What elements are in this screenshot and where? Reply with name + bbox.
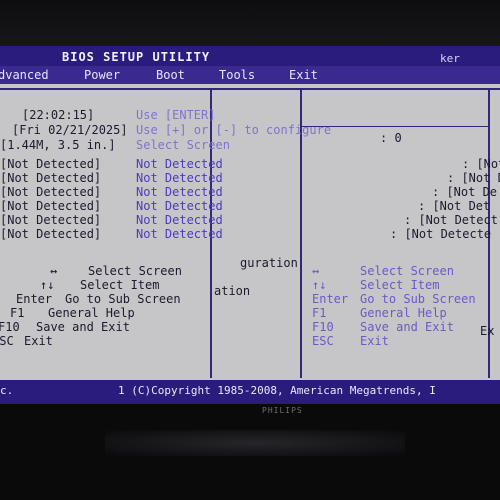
tab-tools[interactable]: Tools	[219, 68, 255, 82]
help-key: F1	[312, 306, 327, 320]
tab-power[interactable]: Power	[84, 68, 120, 82]
tab-boot[interactable]: Boot	[156, 68, 185, 82]
help-key: ↔	[312, 264, 320, 278]
help-desc: Select Screen	[88, 264, 182, 278]
drive-status-right: : [Not D	[447, 171, 500, 185]
help-key: ↑↓	[40, 278, 55, 292]
help-key: ↔	[50, 264, 58, 278]
configuration-fragment[interactable]: guration	[240, 256, 298, 270]
right-help-fragment: Ex	[480, 324, 495, 338]
drive-status-right: : [Not	[462, 157, 500, 171]
help-desc: Select Item	[360, 278, 440, 292]
panel-top-border	[0, 88, 500, 90]
copyright-text: 1 (C)Copyright 1985-2008, American Megat…	[118, 384, 436, 397]
drive-status-mirror: Not Detected	[136, 199, 223, 213]
tab-advanced[interactable]: dvanced	[0, 68, 49, 82]
blurred-help-line: Use [+] or [-] to configure	[136, 123, 332, 137]
drive-status-right: : [Not Det	[418, 199, 491, 213]
help-desc: Save and Exit	[36, 320, 130, 334]
title-right-fragment: ker	[440, 52, 460, 65]
help-key: F10	[312, 320, 334, 334]
drive-status-mirror: Not Detected	[136, 213, 223, 227]
help-desc: Select Screen	[360, 264, 454, 278]
title-bar: BIOS SETUP UTILITY ker	[0, 46, 500, 66]
help-key: ESC	[312, 334, 334, 348]
drive-status[interactable]: [Not Detected]	[0, 199, 101, 213]
monitor-brand-logo: PHILIPS	[262, 406, 303, 415]
right-value-fragment: : 0	[380, 131, 402, 145]
footer-left-fragment: c.	[0, 384, 14, 397]
drive-status[interactable]: [Not Detected]	[0, 185, 101, 199]
help-key: F1	[10, 306, 25, 320]
drive-status[interactable]: [Not Detected]	[0, 227, 101, 241]
desk-glare	[105, 430, 405, 456]
information-fragment[interactable]: ation	[214, 284, 250, 298]
drive-status-mirror: Not Detected	[136, 227, 223, 241]
drive-status[interactable]: [Not Detected]	[0, 157, 101, 171]
drive-status-mirror: Not Detected	[136, 157, 223, 171]
help-key: ESC	[0, 334, 14, 348]
bios-title: BIOS SETUP UTILITY	[62, 50, 211, 64]
system-time-value[interactable]: [22:02:15]	[22, 108, 94, 122]
system-date-value[interactable]: [Fri 02/21/2025]	[12, 123, 128, 137]
help-desc: General Help	[360, 306, 447, 320]
help-desc: Select Item	[80, 278, 160, 292]
help-key: Enter	[16, 292, 53, 306]
help-key: ↑↓	[312, 278, 327, 292]
drive-status-mirror: Not Detected	[136, 171, 223, 185]
help-desc: Exit	[24, 334, 53, 348]
status-bar: c. 1 (C)Copyright 1985-2008, American Me…	[0, 380, 500, 404]
drive-status[interactable]: [Not Detected]	[0, 213, 101, 227]
drive-status-right: : [Not Detect	[404, 213, 498, 227]
bios-screen: BIOS SETUP UTILITY ker dvanced Power Boo…	[0, 46, 500, 404]
drive-status-right: : [Not De	[432, 185, 498, 199]
monitor-top-bezel	[0, 0, 500, 46]
menu-bar: dvanced Power Boot Tools Exit	[0, 66, 500, 84]
drive-status[interactable]: [Not Detected]	[0, 171, 101, 185]
help-key: F10	[0, 320, 20, 334]
legacy-floppy-value[interactable]: [1.44M, 3.5 in.]	[0, 138, 116, 152]
drive-status-right: : [Not Detecte	[390, 227, 492, 241]
help-key: Enter	[312, 292, 349, 306]
help-desc: General Help	[48, 306, 135, 320]
help-desc: Exit	[360, 334, 389, 348]
help-desc: Go to Sub Screen	[360, 292, 476, 306]
help-desc: Save and Exit	[360, 320, 454, 334]
tab-exit[interactable]: Exit	[289, 68, 318, 82]
help-desc: Go to Sub Screen	[65, 292, 181, 306]
blurred-help-line: Use [ENTER]	[136, 108, 216, 122]
blurred-help-line: Select Screen	[136, 138, 230, 152]
drive-status-mirror: Not Detected	[136, 185, 223, 199]
